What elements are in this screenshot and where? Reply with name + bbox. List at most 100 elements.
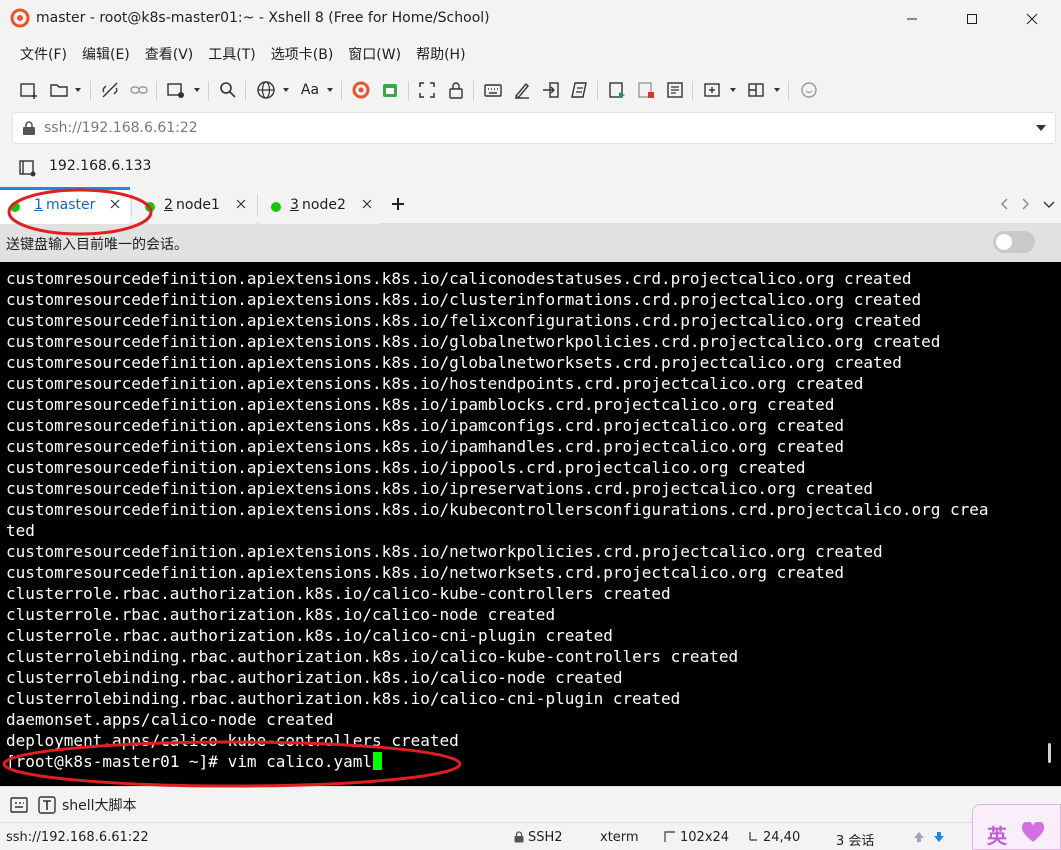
status-bar: ssh://192.168.6.61:22 SSH2 xterm 102x24 … (0, 822, 1061, 850)
encoding-button[interactable] (254, 78, 278, 102)
document-list-icon (667, 82, 683, 98)
close-icon[interactable] (236, 199, 246, 209)
send-all-sessions-toggle[interactable] (993, 231, 1035, 253)
chevron-down-icon[interactable] (773, 86, 781, 94)
xftp-icon (383, 84, 397, 97)
lock-icon (23, 121, 35, 135)
maximize-button[interactable] (949, 0, 995, 38)
arrow-up-icon (914, 832, 924, 842)
text-cursor (373, 752, 383, 770)
xshell-button[interactable] (349, 78, 373, 102)
terminal-line: customresourcedefinition.apiextensions.k… (6, 458, 806, 477)
toolbar: Aa (0, 72, 1061, 108)
tab-node1[interactable]: 2 node1 (132, 187, 256, 224)
menu-window[interactable]: 窗口(W) (348, 44, 401, 64)
session-status-dot (271, 202, 281, 212)
terminal-prompt-line[interactable]: [root@k8s-master01 ~]# vim calico.yaml (6, 751, 1036, 772)
send-input-bar: 送键盘输入目前唯一的会话。 (0, 224, 1061, 262)
compose-button[interactable] (510, 78, 534, 102)
chevron-down-icon[interactable] (282, 86, 290, 94)
add-tab-group-button[interactable] (700, 78, 724, 102)
macro-play-icon (609, 82, 625, 98)
lock-session-button[interactable] (444, 78, 468, 102)
status-protocol: SSH2 (528, 830, 563, 845)
macro-stop-icon (638, 82, 654, 98)
maximize-icon (967, 14, 977, 24)
font-button[interactable]: Aa (298, 78, 322, 102)
reconnect-button[interactable] (127, 78, 151, 102)
chevron-down-icon[interactable] (1043, 198, 1055, 210)
chevron-down-icon[interactable] (1035, 124, 1047, 132)
session-manager-icon[interactable] (18, 158, 38, 178)
chevron-left-icon[interactable] (999, 198, 1011, 210)
chevron-down-icon[interactable] (729, 86, 737, 94)
stop-macro-button[interactable] (634, 78, 658, 102)
layout-button[interactable] (744, 78, 768, 102)
terminal-line: customresourcedefinition.apiextensions.k… (6, 542, 883, 561)
open-folder-button[interactable] (47, 78, 71, 102)
terminal-line: clusterrole.rbac.authorization.k8s.io/ca… (6, 626, 613, 645)
menu-help[interactable]: 帮助(H) (416, 44, 465, 64)
terminal-scrollbar[interactable] (1048, 743, 1051, 763)
xftp-button[interactable] (378, 78, 402, 102)
toolbar-separator (245, 81, 246, 101)
menu-bar: 文件(F) 编辑(E) 查看(V) 工具(T) 选项卡(B) 窗口(W) 帮助(… (0, 38, 1061, 70)
chevron-down-icon[interactable] (193, 86, 201, 94)
menu-view[interactable]: 查看(V) (145, 44, 194, 64)
tab-node2[interactable]: 3 node2 (258, 187, 380, 224)
chevron-down-icon[interactable] (74, 86, 82, 94)
terminal-line: customresourcedefinition.apiextensions.k… (6, 500, 989, 519)
script-button[interactable] (568, 78, 592, 102)
menu-tools[interactable]: 工具(T) (208, 44, 255, 64)
menu-tabs[interactable]: 选项卡(B) (271, 44, 334, 64)
typed-command: vim calico.yaml (227, 752, 373, 771)
address-input[interactable]: ssh://192.168.6.61:22 (44, 120, 198, 136)
log-button[interactable] (663, 78, 687, 102)
lock-icon (514, 831, 524, 843)
search-icon (220, 82, 236, 98)
ime-indicator[interactable]: 英 (972, 804, 1061, 850)
new-tab-button[interactable] (164, 78, 188, 102)
terminal-line: clusterrolebinding.rbac.authorization.k8… (6, 668, 623, 687)
find-button[interactable] (216, 78, 240, 102)
chat-button[interactable] (797, 78, 821, 102)
host-address: 192.168.6.133 (49, 158, 152, 174)
transfer-button[interactable] (539, 78, 563, 102)
tab-number: 1 (34, 197, 43, 213)
text-button-icon[interactable] (37, 795, 57, 815)
layout-grid-icon (748, 83, 764, 97)
disconnect-button[interactable] (98, 78, 122, 102)
terminal-line: customresourcedefinition.apiextensions.k… (6, 311, 922, 330)
quick-command-grid-icon[interactable] (9, 795, 29, 815)
record-macro-button[interactable] (605, 78, 629, 102)
fullscreen-button[interactable] (415, 78, 439, 102)
minimize-button[interactable] (889, 0, 935, 38)
status-sessions[interactable]: 3 会话 (836, 830, 874, 849)
terminal-line: customresourcedefinition.apiextensions.k… (6, 353, 902, 372)
menu-edit[interactable]: 编辑(E) (82, 44, 130, 64)
chevron-right-icon[interactable] (1019, 198, 1031, 210)
window-title: master - root@k8s-master01:~ - Xshell 8 … (36, 10, 490, 26)
keyboard-button[interactable] (481, 78, 505, 102)
new-window-icon (167, 83, 184, 98)
chevron-down-icon[interactable] (326, 86, 334, 94)
arrow-down-icon (934, 832, 944, 842)
address-bar[interactable]: ssh://192.168.6.61:22 (12, 112, 1056, 144)
terminal[interactable]: customresourcedefinition.apiextensions.k… (0, 262, 1061, 786)
ime-language-label: 英 (987, 824, 1007, 848)
close-icon (1026, 13, 1038, 25)
quick-command-label[interactable]: shell大脚本 (62, 795, 137, 815)
menu-file[interactable]: 文件(F) (20, 44, 67, 64)
close-window-button[interactable] (1009, 0, 1055, 38)
close-icon[interactable] (110, 199, 120, 209)
resize-corner-icon (664, 831, 675, 842)
toolbar-separator (692, 81, 693, 101)
status-connection: ssh://192.168.6.61:22 (6, 830, 149, 845)
tab-master[interactable]: 1 master (0, 187, 130, 224)
new-session-button[interactable] (17, 78, 41, 102)
close-icon[interactable] (362, 199, 372, 209)
session-host-bar: 192.168.6.133 (0, 150, 1061, 186)
add-tab-icon[interactable] (390, 196, 406, 212)
terminal-line: customresourcedefinition.apiextensions.k… (6, 563, 845, 582)
status-terminal-type: xterm (600, 830, 639, 845)
